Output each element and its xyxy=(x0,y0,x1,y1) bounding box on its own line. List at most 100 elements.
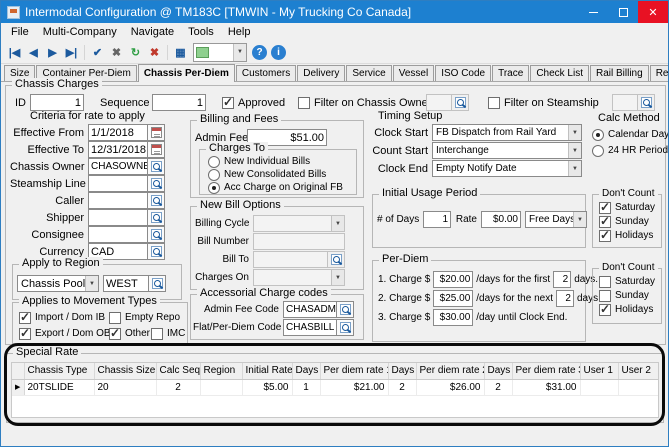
lookup-button[interactable] xyxy=(149,275,166,292)
col-calc-seq[interactable]: Calc Seq xyxy=(156,363,200,379)
charge-1-amount-field[interactable]: $20.00 xyxy=(433,271,473,288)
clock-start-dropdown[interactable]: FB Dispatch from Rail Yard xyxy=(432,124,582,141)
radio-calendar-days[interactable]: Calendar Days xyxy=(592,128,669,141)
col-per-diem-rate-2[interactable]: Per diem rate 2 xyxy=(416,363,484,379)
filter-chassis-owner-checkbox[interactable]: Filter on Chassis Owner xyxy=(298,96,431,109)
tab-chassis-per-diem[interactable]: Chassis Per-Diem xyxy=(138,64,235,82)
calendar-button[interactable] xyxy=(148,124,165,141)
empty-repo-checkbox[interactable]: Empty Repo xyxy=(109,311,180,324)
radio-new-individual-bills[interactable]: New Individual Bills xyxy=(208,155,310,168)
special-rate-grid[interactable]: Chassis Type Chassis Size Calc Seq Regio… xyxy=(11,362,659,418)
col-region[interactable]: Region xyxy=(200,363,242,379)
grid-view-button[interactable]: ▦ xyxy=(171,43,190,62)
rate-field[interactable]: $0.00 xyxy=(481,211,521,228)
lookup-icon xyxy=(152,278,163,289)
col-days-2[interactable]: Days xyxy=(388,363,416,379)
filter-steamship-checkbox[interactable]: Filter on Steamship xyxy=(488,96,599,109)
rate-type-dropdown[interactable]: Free Days xyxy=(525,211,587,228)
tab-trace[interactable]: Trace xyxy=(492,65,529,81)
charge-2-amount-field[interactable]: $25.00 xyxy=(433,290,473,307)
saturday-checkbox[interactable]: Saturday xyxy=(599,201,655,214)
num-days-field[interactable]: 1 xyxy=(423,211,451,228)
effective-from-field[interactable]: 1/1/2018 xyxy=(88,124,148,141)
admin-fee-code-field[interactable]: CHASADM xyxy=(283,301,337,318)
table-row[interactable]: ▶ 20TSLIDE 20 2 $5.00 1 $21.00 2 $26.00 … xyxy=(12,379,659,395)
help-button[interactable]: ? xyxy=(252,45,267,60)
chassis-owner-field[interactable]: CHASOWNER xyxy=(88,158,148,175)
lookup-button[interactable] xyxy=(148,158,165,175)
close-button[interactable] xyxy=(638,1,668,23)
col-chassis-type[interactable]: Chassis Type xyxy=(24,363,94,379)
approved-checkbox[interactable]: Approved xyxy=(222,96,285,109)
calendar-button[interactable] xyxy=(148,141,165,158)
col-user-1[interactable]: User 1 xyxy=(580,363,618,379)
maximize-button[interactable] xyxy=(608,1,638,23)
radio-acc-charge-original-fb[interactable]: Acc Charge on Original FB xyxy=(208,181,343,194)
consignee-field[interactable] xyxy=(88,226,148,243)
nav-next-button[interactable]: ▶ xyxy=(43,43,62,62)
count-start-dropdown[interactable]: Interchange xyxy=(432,142,582,159)
tab-iso-code[interactable]: ISO Code xyxy=(435,65,491,81)
id-field[interactable]: 1 xyxy=(30,94,84,111)
tab-vessel[interactable]: Vessel xyxy=(393,65,434,81)
delete-button[interactable]: ✖ xyxy=(145,43,164,62)
saturday-checkbox[interactable]: Saturday xyxy=(599,275,655,288)
col-days-3[interactable]: Days xyxy=(484,363,512,379)
import-dom-ib-checkbox[interactable]: Import / Dom IB xyxy=(19,311,105,324)
lookup-button[interactable] xyxy=(148,192,165,209)
charge-3-amount-field[interactable]: $30.00 xyxy=(433,309,473,326)
tab-customers[interactable]: Customers xyxy=(236,65,296,81)
flat-per-diem-code-field[interactable]: CHASBILL xyxy=(283,319,337,336)
export-dom-ob-checkbox[interactable]: Export / Dom OB xyxy=(19,327,111,340)
caller-field[interactable] xyxy=(88,192,148,209)
shipper-field[interactable] xyxy=(88,209,148,226)
lookup-button[interactable] xyxy=(148,243,165,260)
menu-navigate[interactable]: Navigate xyxy=(124,25,181,39)
col-days-1[interactable]: Days xyxy=(292,363,320,379)
menu-multi-company[interactable]: Multi-Company xyxy=(36,25,124,39)
col-chassis-size[interactable]: Chassis Size xyxy=(94,363,156,379)
sunday-checkbox[interactable]: Sunday xyxy=(599,215,649,228)
record-image-combo[interactable] xyxy=(193,43,247,62)
charge-1-days-field[interactable]: 2 xyxy=(553,271,571,288)
menu-file[interactable]: File xyxy=(4,25,36,39)
lookup-button[interactable] xyxy=(337,319,354,336)
col-user-2[interactable]: User 2 xyxy=(618,363,659,379)
tab-rail-billing[interactable]: Rail Billing xyxy=(590,65,649,81)
radio-24-hr-period[interactable]: 24 HR Period xyxy=(592,144,668,157)
menu-tools[interactable]: Tools xyxy=(181,25,221,39)
charge-2-days-field[interactable]: 2 xyxy=(556,290,574,307)
nav-first-button[interactable]: |◀ xyxy=(5,43,24,62)
refresh-button[interactable]: ↻ xyxy=(126,43,145,62)
lookup-button[interactable] xyxy=(148,209,165,226)
col-initial-rate[interactable]: Initial Rate xyxy=(242,363,292,379)
info-button[interactable]: i xyxy=(271,45,286,60)
lookup-button[interactable] xyxy=(148,175,165,192)
sequence-field[interactable]: 1 xyxy=(152,94,206,111)
col-per-diem-rate-1[interactable]: Per diem rate 1 xyxy=(320,363,388,379)
other-checkbox[interactable]: Other xyxy=(109,327,150,340)
nav-prev-button[interactable]: ◀ xyxy=(24,43,43,62)
radio-new-consolidated-bills[interactable]: New Consolidated Bills xyxy=(208,168,326,181)
lookup-button[interactable] xyxy=(148,226,165,243)
tab-check-list[interactable]: Check List xyxy=(530,65,589,81)
cancel-button[interactable]: ✖ xyxy=(107,43,126,62)
holidays-checkbox[interactable]: Holidays xyxy=(599,303,653,316)
tab-delivery[interactable]: Delivery xyxy=(297,65,345,81)
effective-to-field[interactable]: 12/31/2018 xyxy=(88,141,148,158)
lookup-button[interactable] xyxy=(337,301,354,318)
region-field[interactable]: WEST xyxy=(103,275,149,292)
nav-last-button[interactable]: ▶| xyxy=(62,43,81,62)
tab-region[interactable]: Region xyxy=(650,65,669,81)
col-per-diem-rate-3[interactable]: Per diem rate 3 xyxy=(512,363,580,379)
imc-checkbox[interactable]: IMC xyxy=(151,327,185,340)
accept-button[interactable]: ✔ xyxy=(88,43,107,62)
minimize-button[interactable] xyxy=(578,1,608,23)
clock-end-dropdown[interactable]: Empty Notify Date xyxy=(432,160,582,177)
sunday-checkbox[interactable]: Sunday xyxy=(599,289,649,302)
holidays-checkbox[interactable]: Holidays xyxy=(599,229,653,242)
menu-help[interactable]: Help xyxy=(221,25,258,39)
steamship-line-field[interactable] xyxy=(88,175,148,192)
region-mode-dropdown[interactable]: Chassis Pool xyxy=(17,275,99,292)
tab-service[interactable]: Service xyxy=(346,65,391,81)
